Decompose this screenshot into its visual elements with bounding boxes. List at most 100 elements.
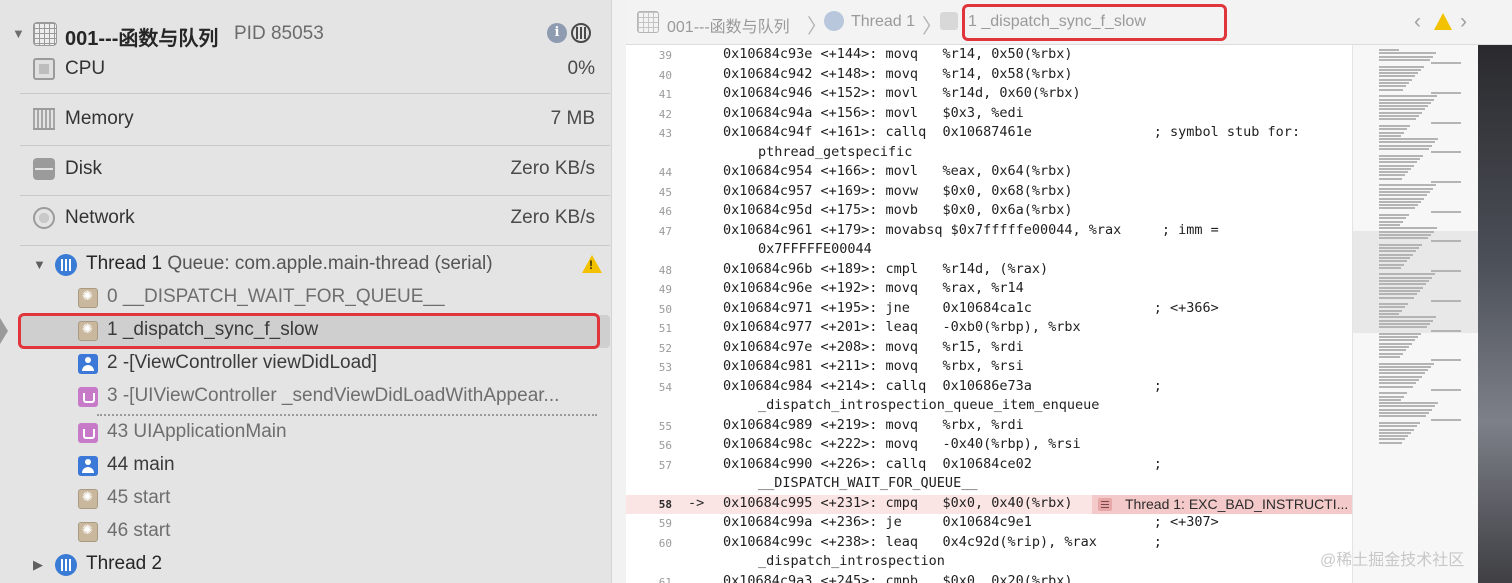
info-icon[interactable]: i [547,23,567,43]
line-number[interactable]: 58 [646,498,672,511]
thread-name: Thread 2 [86,553,163,574]
code-line[interactable]: 57 0x10684c990 <+226>: callq 0x10684ce02 … [626,456,1352,476]
code-line[interactable]: 46 0x10684c95d <+175>: movb $0x0, 0x6a(%r… [626,202,1352,222]
stack-frame[interactable]: 0 __DISPATCH_WAIT_FOR_QUEUE__ [20,282,610,315]
disclosure-open-icon[interactable]: ▼ [33,257,46,272]
line-number[interactable]: 49 [646,283,672,296]
line-number[interactable]: 57 [646,459,672,472]
gauge-memory[interactable]: Memory 7 MB [20,98,610,146]
line-number[interactable]: 59 [646,517,672,530]
code-line[interactable]: 60 0x10684c99c <+238>: leaq 0x4c92d(%rip)… [626,534,1352,554]
gauge-toggle-icon[interactable] [571,23,591,43]
warning-icon[interactable]: ! [582,255,602,273]
chevron-left-icon[interactable]: ‹ [1414,10,1421,34]
code-line[interactable]: 42 0x10684c94a <+156>: movl $0x3, %edi [626,105,1352,125]
line-number[interactable]: 48 [646,264,672,277]
line-number[interactable]: 61 [646,576,672,583]
line-number[interactable]: 39 [646,49,672,62]
line-number[interactable]: 52 [646,342,672,355]
minimap-line [1379,309,1402,312]
gauge-cpu[interactable]: CPU 0% [20,46,610,94]
framework-frame-icon [78,423,98,443]
exception-badge[interactable]: Thread 1: EXC_BAD_INSTRUCTI... [1092,494,1352,514]
stack-frame[interactable]: 46 start [20,516,610,549]
line-number[interactable]: 44 [646,166,672,179]
line-number[interactable]: 47 [646,225,672,238]
pc-arrow: -> [688,494,705,511]
code-line[interactable]: 41 0x10684c946 <+152>: movl %r14d, 0x60(%… [626,85,1352,105]
line-number[interactable]: 46 [646,205,672,218]
line-number[interactable]: 53 [646,361,672,374]
minimap[interactable] [1352,45,1479,583]
stack-frame[interactable]: 43 UIApplicationMain [20,417,610,450]
minimap-line [1379,154,1423,157]
code-line[interactable]: 52 0x10684c97e <+208>: movq %r15, %rdi [626,339,1352,359]
gauge-value: Zero KB/s [510,158,595,179]
disclosure-closed-icon[interactable]: ▶ [33,557,43,573]
line-number[interactable]: 41 [646,88,672,101]
line-number[interactable]: 51 [646,322,672,335]
frame-label: 0 __DISPATCH_WAIT_FOR_QUEUE__ [107,286,445,307]
code-line[interactable]: 40 0x10684c942 <+148>: movq %r14, 0x58(%r… [626,66,1352,86]
code-line[interactable]: 53 0x10684c981 <+211>: movq %rbx, %rsi [626,358,1352,378]
code-line[interactable]: __DISPATCH_WAIT_FOR_QUEUE__ [626,475,1352,495]
line-number[interactable]: 56 [646,439,672,452]
disclosure-open-icon[interactable]: ▼ [12,26,25,41]
code-line[interactable]: 39 0x10684c93e <+144>: movq %r14, 0x50(%r… [626,46,1352,66]
minimap-line [1379,138,1438,141]
stack-frame[interactable]: 44 main [20,450,610,483]
code-line[interactable]: 59 0x10684c99a <+236>: je 0x10684c9e1 ; <… [626,514,1352,534]
code-line[interactable]: 49 0x10684c96e <+192>: movq %rax, %r14 [626,280,1352,300]
line-number[interactable]: 50 [646,303,672,316]
line-number[interactable]: 40 [646,69,672,82]
code-line[interactable]: _dispatch_introspection [626,553,1352,573]
instruction-text: 0x10684c97e <+208>: movq %r15, %rdi [723,338,1024,355]
minimap-line [1431,240,1461,243]
app-grid-icon [33,22,57,46]
code-line[interactable]: 51 0x10684c977 <+201>: leaq -0xb0(%rbp), … [626,319,1352,339]
code-line[interactable]: 54 0x10684c984 <+214>: callq 0x10686e73a … [626,378,1352,398]
minimap-line [1379,197,1424,200]
warning-icon[interactable] [1434,13,1452,30]
code-line[interactable]: 47 0x10684c961 <+179>: movabsq $0x7fffffe… [626,222,1352,242]
code-line[interactable]: 44 0x10684c954 <+166>: movl %eax, 0x64(%r… [626,163,1352,183]
jumpbar-thread[interactable]: Thread 1 [851,13,915,31]
debug-navigator: ▼ 001---函数与队列 PID 85053 i CPU 0% Memory … [0,0,626,583]
line-number[interactable]: 45 [646,186,672,199]
gauge-network[interactable]: Network Zero KB/s [20,198,610,246]
minimap-line [1379,72,1418,75]
gauge-disk[interactable]: Disk Zero KB/s [20,148,610,196]
code-line[interactable]: 50 0x10684c971 <+195>: jne 0x10684ca1c ; … [626,300,1352,320]
thread-2-row[interactable]: ▶ Thread 2 [20,549,610,582]
pane-divider[interactable] [611,0,626,583]
thread-1-row[interactable]: ▼ Thread 1 Queue: com.apple.main-thread … [20,249,610,282]
line-number[interactable]: 43 [646,127,672,140]
current-instruction-line[interactable]: 58 -> 0x10684c995 <+231>: cmpq $0x0, 0x40(… [626,494,1352,514]
instruction-text: 0x10684c977 <+201>: leaq -0xb0(%rbp), %r… [723,319,1081,335]
code-line[interactable]: 55 0x10684c989 <+219>: movq %rbx, %rdi [626,417,1352,437]
code-line[interactable]: 61 0x10684c9a3 <+245>: cmpb $0x0, 0x20(%r… [626,573,1352,583]
code-line[interactable]: _dispatch_introspection_queue_item_enque… [626,397,1352,417]
disassembly-code[interactable]: 39 0x10684c93e <+144>: movq %r14, 0x50(%r… [626,45,1352,583]
stack-frame[interactable]: 3 -[UIViewController _sendViewDidLoadWit… [20,381,610,414]
line-number[interactable]: 54 [646,381,672,394]
stack-frame[interactable]: 2 -[ViewController viewDidLoad] [20,348,610,381]
code-line[interactable]: 43 0x10684c94f <+161>: callq 0x10687461e … [626,124,1352,144]
chevron-right-icon[interactable]: › [1460,10,1467,34]
line-number[interactable]: 55 [646,420,672,433]
code-line[interactable]: 48 0x10684c96b <+189>: cmpl %r14d, (%rax) [626,261,1352,281]
code-line[interactable]: 0x7FFFFFE00044 [626,241,1352,261]
line-number[interactable]: 42 [646,108,672,121]
code-line[interactable]: 45 0x10684c957 <+169>: movw $0x0, 0x68(%r… [626,183,1352,203]
code-line[interactable]: 56 0x10684c98c <+222>: movq -0x40(%rbp), … [626,436,1352,456]
minimap-line [1379,78,1412,81]
minimap-line [1379,111,1422,114]
code-line[interactable]: pthread_getspecific [626,144,1352,164]
stack-frame[interactable]: 45 start [20,483,610,516]
minimap-line [1431,299,1461,302]
jumpbar-project[interactable]: 001---函数与队列 [667,13,790,37]
minimap-line [1379,392,1407,395]
line-number[interactable]: 60 [646,537,672,550]
app-grid-icon [637,11,659,33]
minimap-line [1379,283,1426,286]
